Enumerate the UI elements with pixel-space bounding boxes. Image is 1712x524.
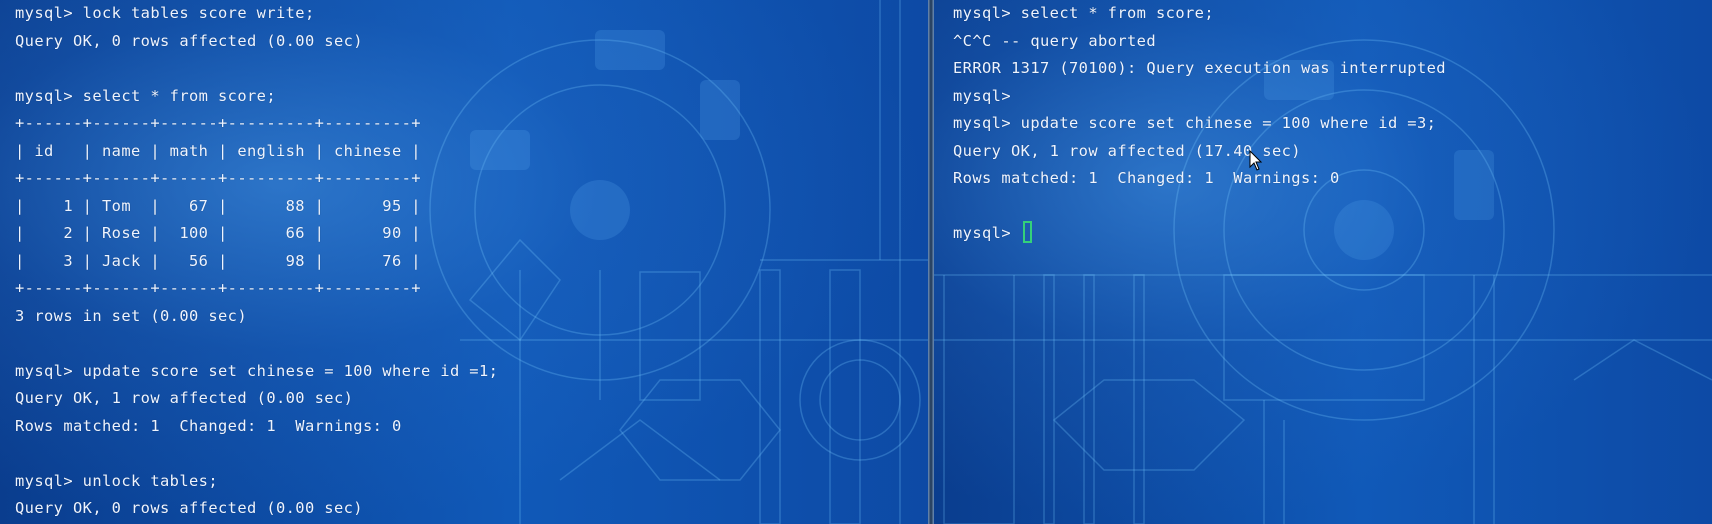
left_terminal-line: +------+------+------+---------+--------… — [15, 279, 421, 297]
left_terminal-line — [15, 440, 498, 468]
right_terminal-line: mysql> update score set chinese = 100 wh… — [953, 114, 1437, 132]
prompt-text: mysql> — [953, 224, 1021, 242]
left_terminal-line — [15, 55, 498, 83]
right_terminal-line: Query OK, 1 row affected (17.40 sec) — [953, 141, 1301, 160]
right_terminal-line: mysql> — [953, 86, 1011, 105]
left_terminal-line: mysql> unlock tables; — [15, 471, 218, 490]
left_terminal-line: +------+------+------+---------+--------… — [15, 169, 421, 187]
mouse-pointer-icon — [1249, 150, 1263, 171]
right_terminal-line — [953, 193, 1446, 221]
left_terminal-line — [15, 330, 498, 358]
left_terminal-line: +------+------+------+---------+--------… — [15, 114, 421, 132]
right_terminal-line: Rows matched: 1 Changed: 1 Warnings: 0 — [953, 169, 1340, 187]
right-terminal-pane[interactable]: mysql> select * from score; ^C^C -- query… — [934, 0, 1712, 524]
left_terminal-line: Rows matched: 1 Changed: 1 Warnings: 0 — [15, 416, 402, 435]
left_terminal-line: | 3 | Jack | 56 | 98 | 76 | — [15, 251, 421, 270]
right-terminal-output: mysql> select * from score; ^C^C -- query… — [953, 0, 1446, 248]
left_terminal-line: mysql> lock tables score write; — [15, 4, 315, 22]
left_terminal-line: Query OK, 1 row affected (0.00 sec) — [15, 389, 354, 407]
active-prompt-line[interactable]: mysql> — [953, 220, 1446, 248]
left_terminal-line: mysql> update score set chinese = 100 wh… — [15, 361, 499, 380]
left_terminal-line: | id | name | math | english | chinese | — [15, 141, 421, 160]
left_terminal-line: 3 rows in set (0.00 sec) — [15, 306, 247, 325]
right_terminal-line: mysql> select * from score; — [953, 4, 1214, 22]
left-terminal-output: mysql> lock tables score write; Query OK,… — [15, 0, 498, 523]
screen: mysql> lock tables score write; Query OK,… — [0, 0, 1712, 524]
left-terminal-pane[interactable]: mysql> lock tables score write; Query OK,… — [0, 0, 928, 524]
text-cursor[interactable] — [1022, 221, 1032, 243]
left_terminal-line: Query OK, 0 rows affected (0.00 sec) — [15, 499, 363, 517]
left_terminal-line: Query OK, 0 rows affected (0.00 sec) — [15, 31, 363, 50]
left_terminal-line: | 2 | Rose | 100 | 66 | 90 | — [15, 224, 421, 242]
right_terminal-line: ^C^C -- query aborted — [953, 31, 1156, 50]
left_terminal-line: mysql> select * from score; — [15, 86, 276, 105]
left_terminal-line: | 1 | Tom | 67 | 88 | 95 | — [15, 196, 421, 215]
right_terminal-line: ERROR 1317 (70100): Query execution was … — [953, 59, 1446, 77]
